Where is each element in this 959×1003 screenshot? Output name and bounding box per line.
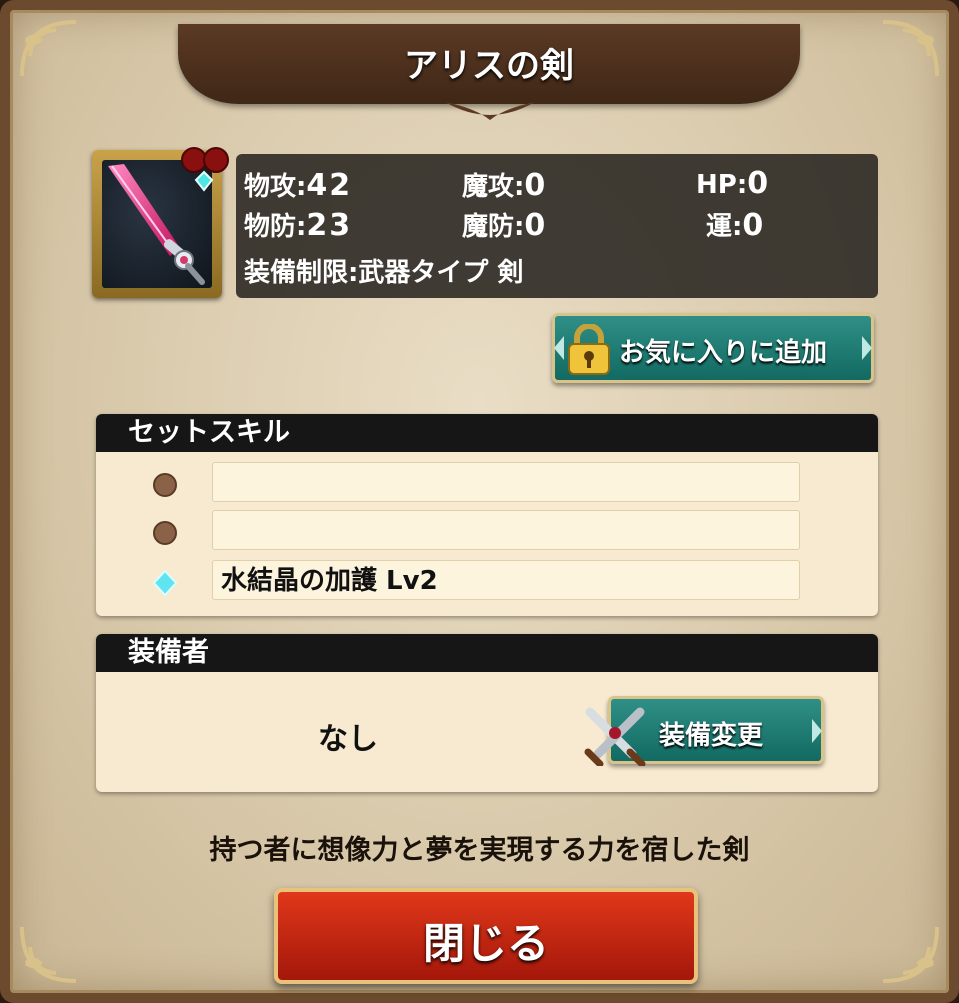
padlock-icon	[568, 324, 610, 375]
stat-phys-atk: 物攻:42	[244, 168, 353, 203]
skill-slot-1	[212, 462, 800, 502]
set-skill-header: セットスキル	[96, 414, 878, 452]
corner-ornament-icon	[16, 16, 86, 86]
title-ornament-icon	[445, 102, 535, 120]
add-favorite-button[interactable]: お気に入りに追加	[552, 313, 874, 383]
equipper-value: なし	[318, 722, 378, 757]
stat-hp: HP:0	[696, 166, 771, 201]
equip-restriction: 装備制限:武器タイプ 剣	[244, 258, 524, 288]
chevron-right-icon	[862, 336, 872, 360]
corner-ornament-icon	[16, 917, 86, 987]
chevron-left-icon	[554, 336, 564, 360]
skill-slot-2	[212, 510, 800, 550]
dialog-title: アリスの剣	[404, 46, 574, 86]
skill-slot-row	[96, 462, 878, 506]
crossed-swords-icon	[584, 707, 646, 766]
skill-slot-row: 水結晶の加護 Lv2	[96, 560, 878, 604]
flavor-text: 持つ者に想像力と夢を実現する力を宿した剣	[209, 835, 750, 866]
chevron-right-icon	[812, 719, 822, 743]
skill-slot-3: 水結晶の加護 Lv2	[212, 560, 800, 600]
stat-mag-atk: 魔攻:0	[462, 168, 548, 203]
skill-slot-row	[96, 510, 878, 554]
corner-ornament-icon	[873, 917, 943, 987]
title-banner: アリスの剣	[178, 24, 800, 104]
corner-ornament-icon	[873, 16, 943, 86]
brown-dot-icon	[153, 521, 177, 545]
cyan-crystal-icon	[152, 570, 178, 596]
close-button[interactable]: 閉じる	[274, 888, 698, 984]
stat-luck: 運:0	[706, 208, 766, 243]
brown-dot-icon	[153, 473, 177, 497]
set-skill-panel: セットスキル 水結晶の加護 Lv2	[96, 414, 878, 616]
equipper-header: 装備者	[96, 634, 878, 672]
cyan-gem-icon	[181, 147, 229, 192]
stat-mag-def: 魔防:0	[462, 208, 548, 243]
stats-panel: 物攻:42 魔攻:0 HP:0 物防:23 魔防:0 運:0 装備制限:武器タイ…	[236, 154, 878, 298]
item-detail-dialog: アリスの剣 物攻:42 魔攻:0 HP:0 物防:23 魔防:0 運:0 装備制…	[0, 0, 959, 1003]
stat-phys-def: 物防:23	[244, 208, 353, 243]
